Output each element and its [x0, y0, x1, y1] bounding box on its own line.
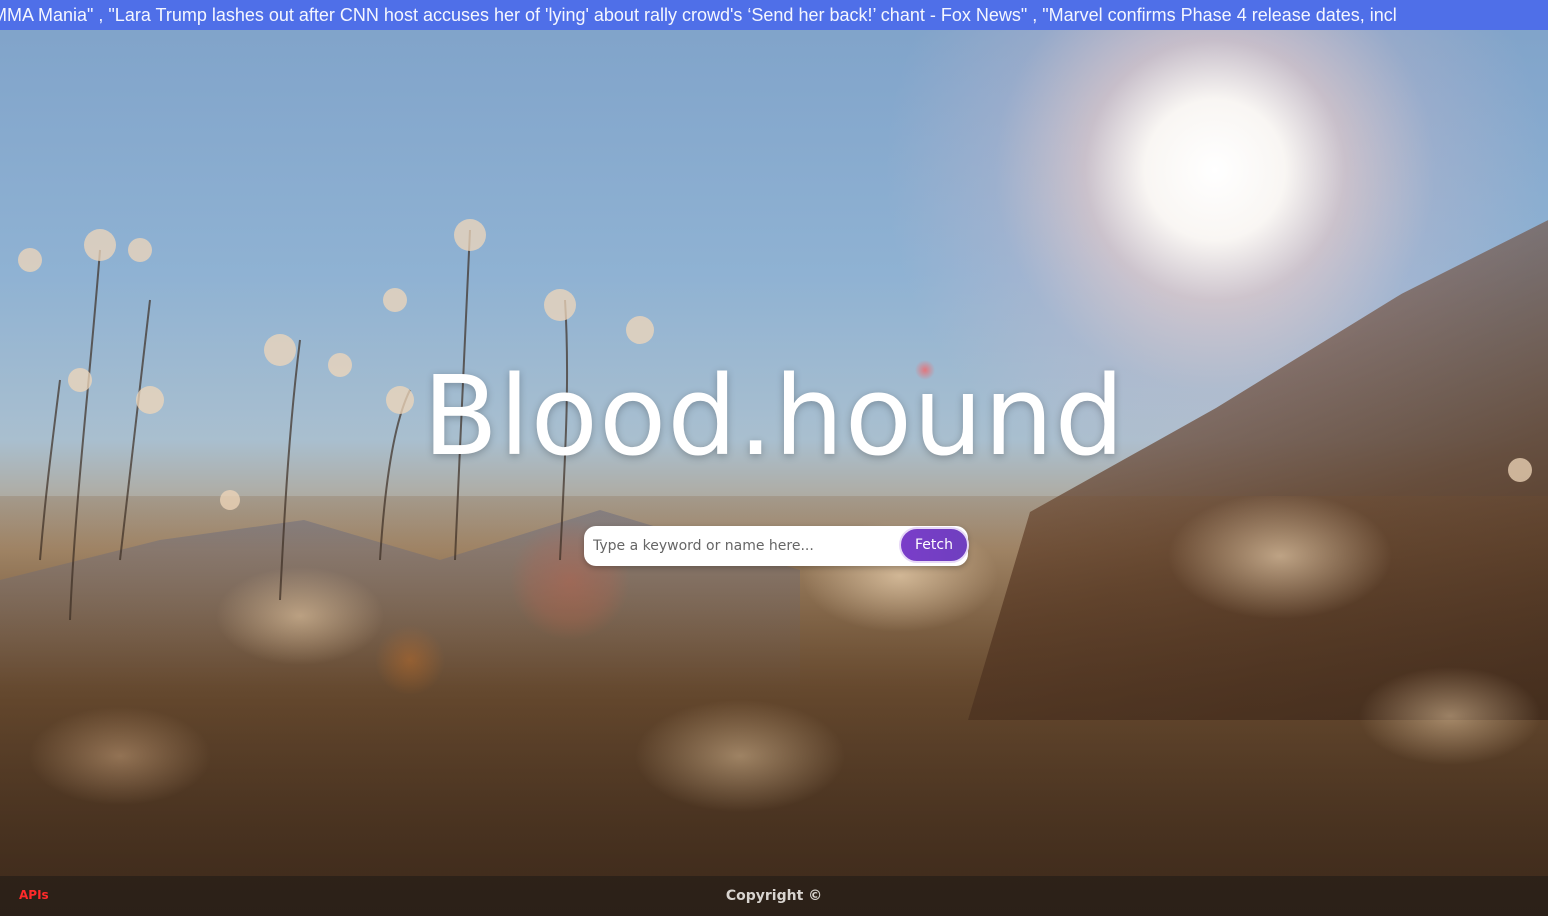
footer: APIs Copyright ©: [0, 876, 1548, 916]
search-input[interactable]: [584, 526, 884, 566]
search-bar: Fetch: [584, 526, 969, 566]
page-title: Blood.hound: [422, 352, 1126, 480]
page: MMA Mania" , "Lara Trump lashes out afte…: [0, 0, 1548, 916]
news-ticker: MMA Mania" , "Lara Trump lashes out afte…: [0, 0, 1548, 30]
copyright-text: Copyright ©: [725, 888, 823, 904]
news-ticker-text: MMA Mania" , "Lara Trump lashes out afte…: [0, 5, 1397, 25]
fetch-button[interactable]: Fetch: [899, 527, 969, 563]
